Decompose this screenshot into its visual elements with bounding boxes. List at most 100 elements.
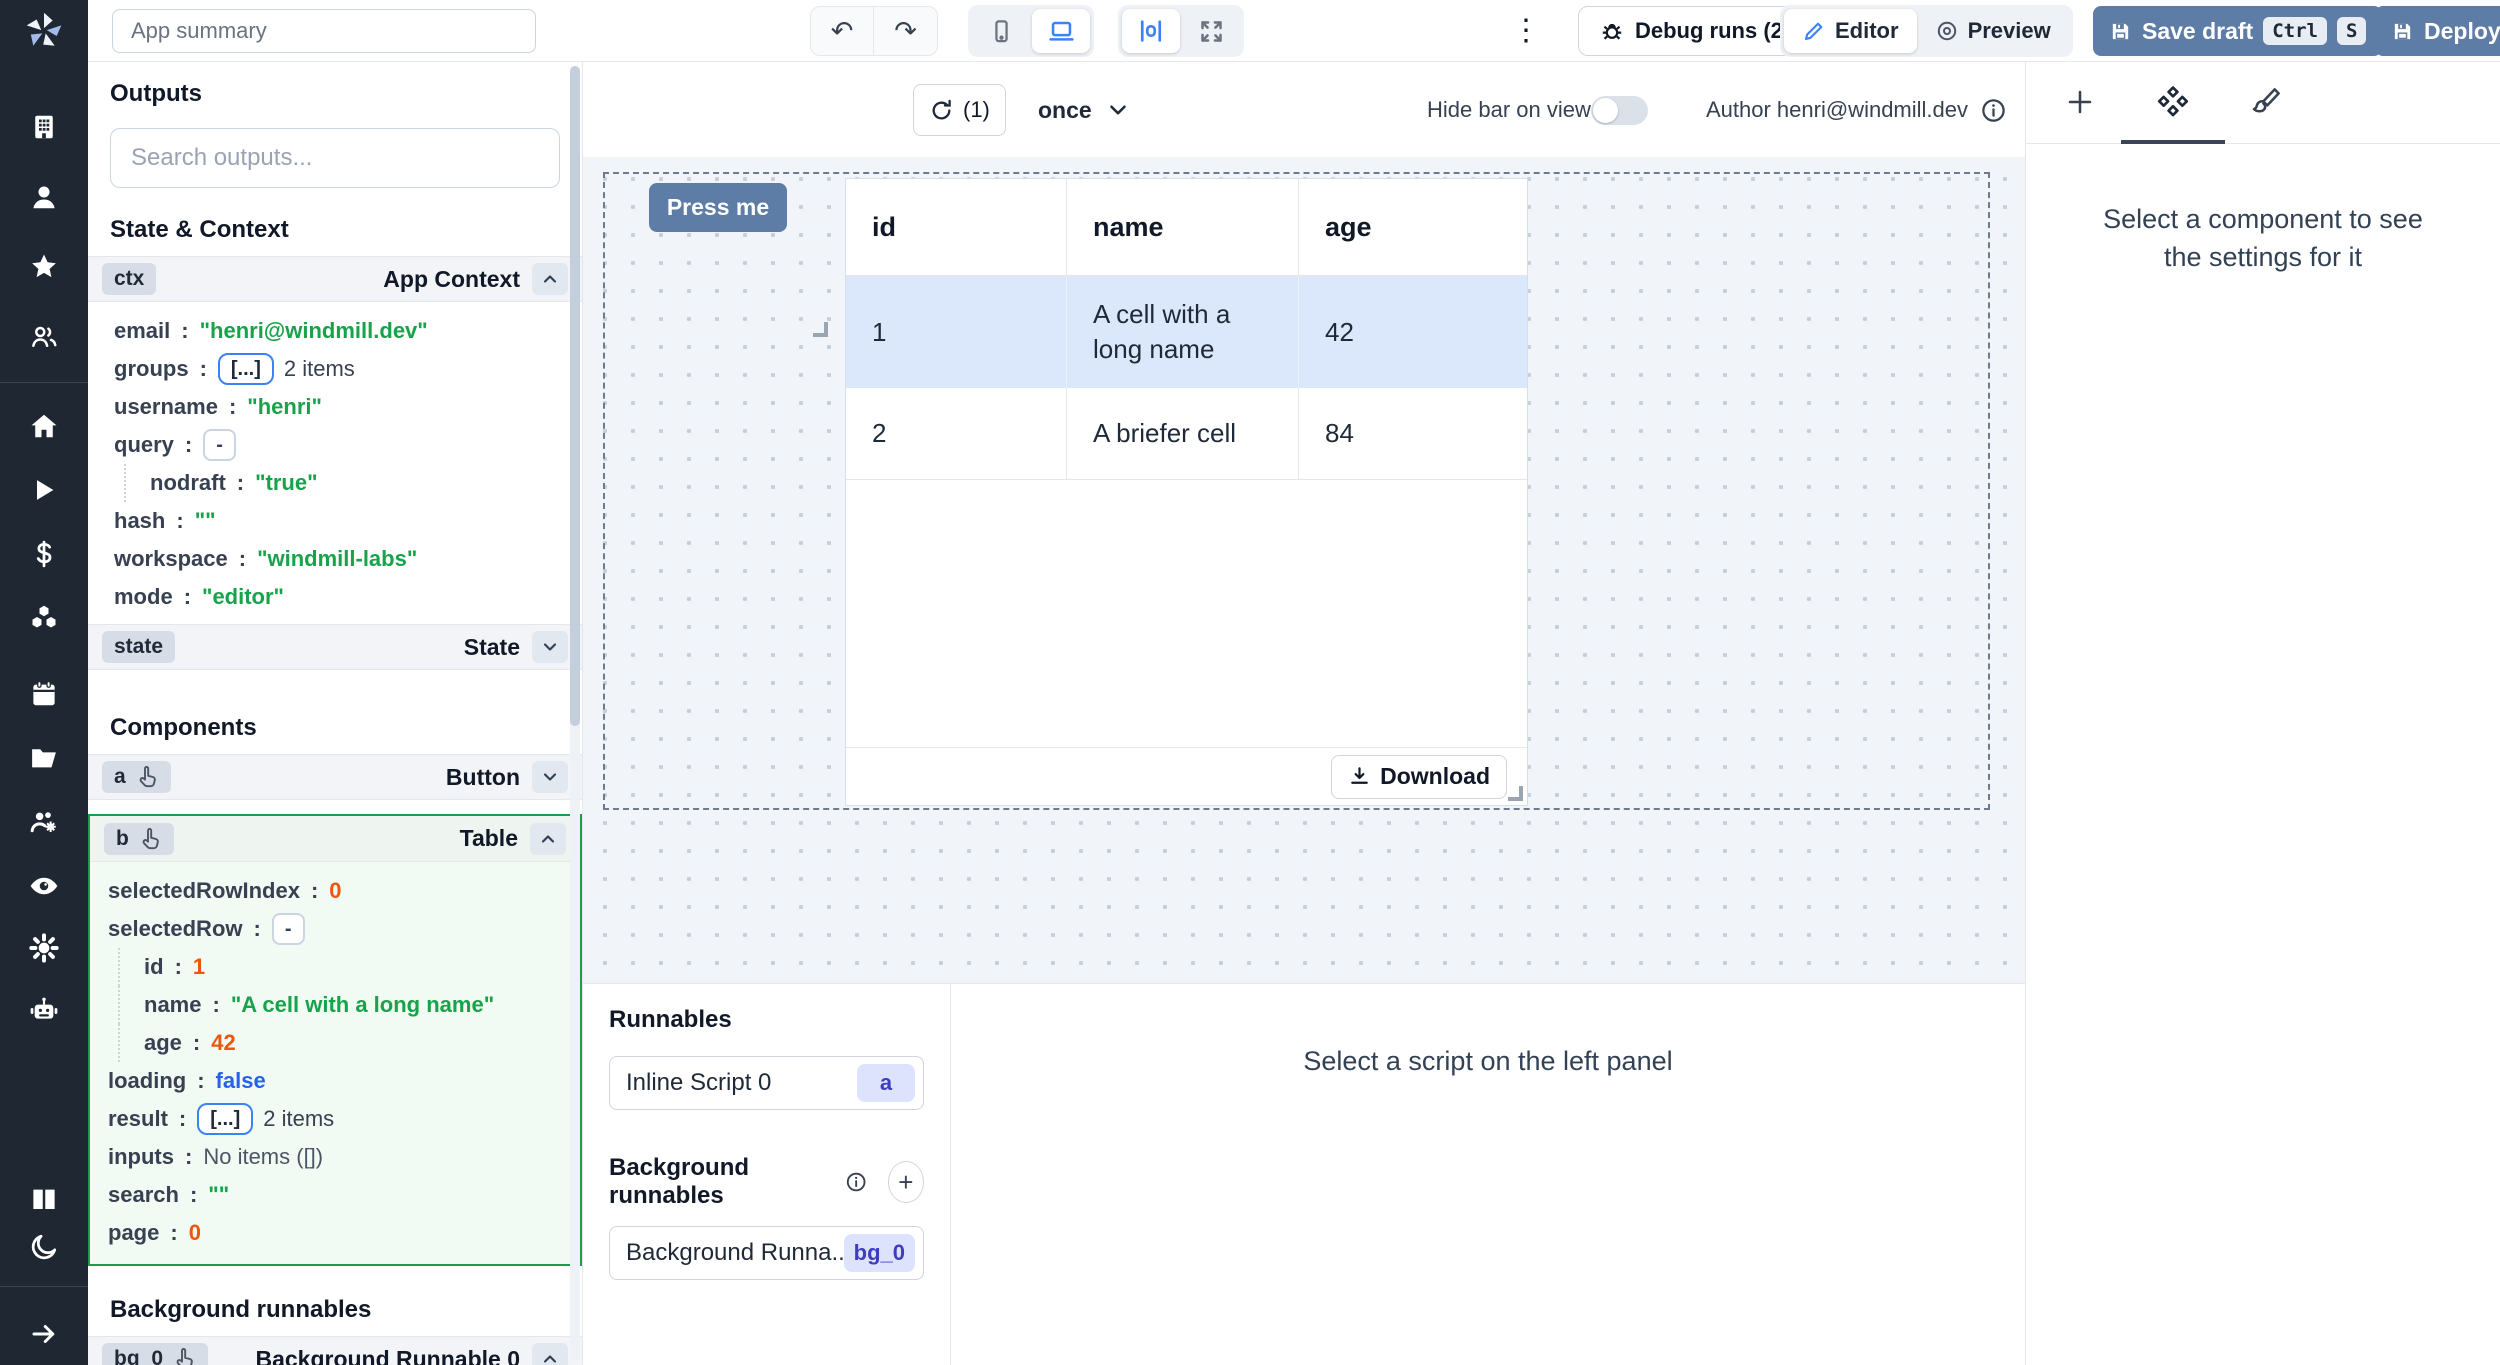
output-row: loading:false	[108, 1062, 566, 1100]
folders-icon[interactable]	[0, 741, 88, 775]
docs-book-icon[interactable]	[0, 1182, 88, 1216]
background-runnable-item[interactable]: Background Runna... bg_0	[609, 1226, 924, 1280]
table-row-selected[interactable]: 1 A cell with a long name 42	[846, 276, 1527, 388]
schedules-calendar-icon[interactable]	[0, 677, 88, 711]
add-background-runnable-button[interactable]: +	[888, 1161, 924, 1203]
refresh-icon	[929, 98, 954, 123]
variables-dollar-icon[interactable]	[0, 537, 88, 571]
desktop-view-button[interactable]	[1032, 9, 1090, 53]
state-expand-button[interactable]	[532, 631, 568, 663]
ctx-collapse-button[interactable]	[532, 263, 568, 295]
laptop-icon	[1047, 17, 1076, 46]
output-row: mode:"editor"	[114, 578, 560, 616]
more-menu-button[interactable]: ⋮	[1508, 13, 1544, 48]
home-icon[interactable]	[0, 409, 88, 443]
pointer-hand-icon	[172, 1347, 196, 1365]
settings-gear-icon[interactable]	[0, 931, 88, 965]
output-row: name:"A cell with a long name"	[118, 986, 566, 1024]
components-heading: Components	[110, 714, 560, 742]
refresh-button[interactable]: (1)	[913, 84, 1006, 136]
redo-button[interactable]: ↷	[874, 7, 937, 55]
bg0-badge: bg_0	[102, 1343, 208, 1365]
ai-robot-icon[interactable]	[0, 993, 88, 1027]
center-layout-button[interactable]	[1122, 9, 1180, 53]
component-a-expand-button[interactable]	[532, 761, 568, 793]
debug-runs-label: Debug runs (2)	[1635, 18, 1790, 44]
runs-play-icon[interactable]	[0, 473, 88, 507]
table-resize-handle[interactable]	[1508, 786, 1523, 801]
pointer-hand-icon	[135, 765, 159, 789]
active-tab-indicator	[2121, 140, 2225, 144]
search-outputs-input[interactable]	[110, 128, 560, 188]
bg0-row[interactable]: bg_0 Background Runnable 0	[88, 1336, 582, 1365]
layout-toggle-group	[1118, 5, 1244, 57]
deploy-button[interactable]: Deploy	[2375, 6, 2500, 56]
ctx-section-row[interactable]: ctx App Context	[88, 256, 582, 302]
info-icon[interactable]	[845, 1169, 867, 1195]
output-row: hash:""	[114, 502, 560, 540]
info-icon[interactable]	[1980, 97, 2007, 124]
collapse-arrow-icon[interactable]	[0, 1317, 88, 1351]
undo-button[interactable]: ↶	[811, 7, 874, 55]
expand-object-button[interactable]: -	[203, 429, 236, 461]
user-icon[interactable]	[0, 180, 88, 214]
dark-mode-moon-icon[interactable]	[0, 1230, 88, 1264]
output-row: inputs:No items ([])	[108, 1138, 566, 1176]
download-label: Download	[1380, 763, 1490, 790]
save-draft-button[interactable]: Save draft Ctrl S	[2093, 6, 2382, 56]
preview-tab[interactable]: Preview	[1917, 9, 2069, 53]
outputs-scrollbar[interactable]	[570, 66, 580, 1361]
save-draft-label: Save draft	[2142, 18, 2253, 45]
canvas-toolbar: (1) once Hide bar on view Author henri@w…	[583, 62, 2025, 157]
runnables-panel: Runnables Inline Script 0 a Background r…	[583, 984, 951, 1365]
table-row[interactable]: 2 A briefer cell 84	[846, 388, 1527, 480]
groups-icon[interactable]	[0, 320, 88, 354]
resources-cubes-icon[interactable]	[0, 601, 88, 635]
editor-tab[interactable]: Editor	[1784, 9, 1917, 53]
expand-array-button[interactable]: [...]	[218, 353, 274, 385]
inline-script-item[interactable]: Inline Script 0 a	[609, 1056, 924, 1110]
background-runnable-label: Background Runna...	[626, 1239, 844, 1267]
preview-icon	[1935, 19, 1959, 43]
column-header[interactable]: age	[1298, 179, 1527, 275]
workers-icon[interactable]	[0, 805, 88, 839]
state-badge: state	[102, 631, 175, 663]
hide-bar-toggle[interactable]	[1591, 96, 1648, 125]
chevron-down-icon	[540, 637, 560, 657]
windmill-logo[interactable]	[0, 0, 88, 62]
component-a-resize-handle[interactable]	[813, 322, 828, 337]
column-header[interactable]: id	[846, 179, 1066, 275]
download-icon	[1348, 765, 1371, 788]
fullscreen-button[interactable]	[1182, 9, 1240, 53]
audit-eye-icon[interactable]	[0, 869, 88, 903]
background-runnables-title: Background runnables	[609, 1154, 833, 1210]
press-me-button[interactable]: Press me	[649, 183, 787, 232]
expand-object-button[interactable]: -	[272, 913, 305, 945]
chevron-up-icon	[538, 829, 558, 849]
canvas-grid[interactable]: Press me id name age 1 A cell with a lon…	[583, 157, 2025, 983]
debug-runs-button[interactable]: Debug runs (2)	[1578, 6, 1811, 56]
ctx-label: App Context	[383, 266, 520, 293]
bg0-collapse-button[interactable]	[532, 1343, 568, 1365]
pencil-icon	[1802, 19, 1826, 43]
settings-panel: Select a component to see the settings f…	[2025, 62, 2500, 1365]
component-b-collapse-button[interactable]	[530, 823, 566, 855]
app-summary-input[interactable]	[112, 9, 536, 53]
workspace-icon[interactable]	[0, 110, 88, 144]
download-button[interactable]: Download	[1331, 755, 1507, 799]
theme-tab[interactable]	[2242, 78, 2290, 126]
schedule-select[interactable]: once	[1038, 84, 1131, 136]
expand-array-button[interactable]: [...]	[197, 1103, 253, 1135]
component-a-row[interactable]: a Button	[88, 754, 582, 800]
output-row: selectedRowIndex:0	[108, 872, 566, 910]
state-section-row[interactable]: state State	[88, 624, 582, 670]
table-component: id name age 1 A cell with a long name 42…	[845, 178, 1528, 806]
favorites-star-icon[interactable]	[0, 250, 88, 284]
output-row: username:"henri"	[114, 388, 560, 426]
component-b-row[interactable]: b Table	[90, 816, 580, 862]
state-context-heading: State & Context	[110, 216, 560, 244]
column-header[interactable]: name	[1066, 179, 1298, 275]
settings-tab[interactable]	[2149, 78, 2197, 126]
mobile-view-button[interactable]	[972, 9, 1030, 53]
insert-component-tab[interactable]	[2056, 78, 2104, 126]
